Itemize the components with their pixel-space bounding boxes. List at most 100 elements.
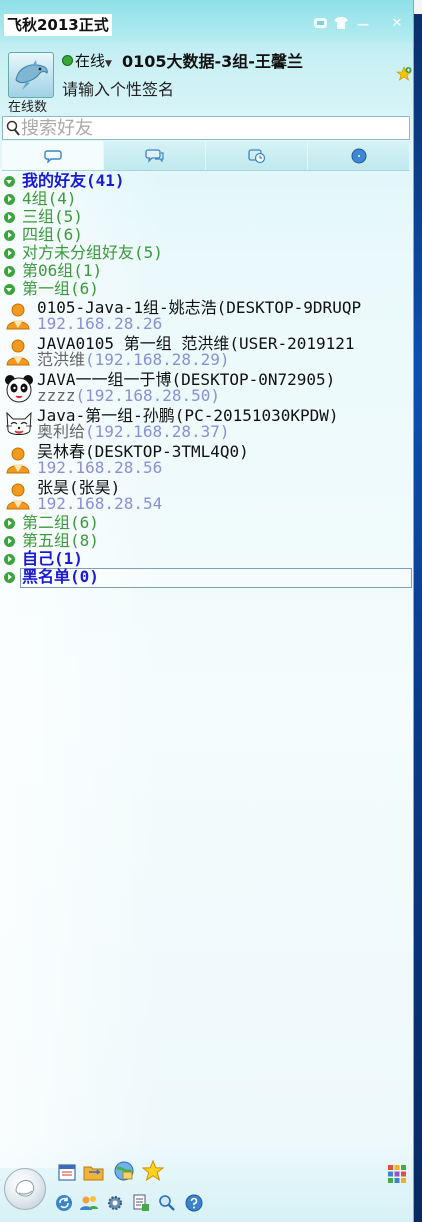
expand-icon [4, 212, 15, 223]
status-label: 在线 [75, 52, 106, 70]
online-count-label: 在线数 [8, 100, 48, 115]
feiq-logo-icon [15, 1180, 35, 1197]
contact-ip: 192.168.28.26 [37, 314, 163, 333]
group-label: 对方未分组好友(5) [22, 243, 163, 262]
contact-item[interactable]: Java-第一组-孙鹏(PC-20151030KPDW) 奥利给(192.168.… [0, 406, 413, 442]
contact-item[interactable]: JAVA一一组一于博(DESKTOP-0N72905) zzzz(192.168.… [0, 370, 413, 406]
group-label: 我的好友(41) [22, 171, 125, 190]
collapse-icon [4, 176, 15, 187]
contact-item[interactable]: 0105-Java-1组-姚志浩(DESKTOP-9DRUQP 192.168.2… [0, 298, 413, 334]
expand-icon [4, 554, 15, 565]
feiq-window: 飞秋2013正式 — ✕ 在线▼ 0105大数据-3组-王馨兰 请输入个性签名 … [0, 0, 414, 1222]
chevron-down-icon: ▼ [105, 59, 112, 69]
bottom-toolbar [0, 1150, 413, 1222]
search-box[interactable] [2, 116, 410, 140]
contact-ip: 192.168.28.56 [37, 458, 163, 477]
group-label: 四组(6) [22, 225, 83, 244]
contact-subtitle: 奥利给(192.168.28.37) [37, 422, 413, 441]
group-label: 4组(4) [22, 189, 77, 208]
group-header[interactable]: 对方未分组好友(5) [0, 243, 413, 262]
collapse-icon [4, 284, 15, 295]
contact-subtitle: 192.168.28.56 [37, 458, 413, 477]
contact-ip: (192.168.28.29) [85, 350, 230, 369]
tab-chat[interactable] [2, 141, 104, 170]
find-icon[interactable] [158, 1194, 176, 1212]
tab-bar [2, 141, 410, 171]
add-star-icon[interactable] [396, 66, 412, 85]
search-input[interactable] [21, 117, 401, 139]
panda-icon [4, 374, 33, 403]
group-label: 第06组(1) [22, 261, 103, 280]
username: 0105大数据-3组-王馨兰 [122, 52, 303, 71]
search-icon [6, 120, 20, 136]
contact-subtitle: zzzz(192.168.28.50) [37, 386, 413, 405]
message-log-icon[interactable] [132, 1194, 150, 1212]
calendar-icon[interactable] [57, 1162, 77, 1182]
contact-nickname: 范洪维 [37, 350, 86, 369]
group-label: 自己(1) [22, 549, 83, 568]
recent-icon [247, 148, 265, 163]
group-chat-icon [144, 148, 164, 163]
group-header[interactable]: 第五组(8) [0, 531, 413, 550]
expand-icon [4, 572, 15, 583]
contact-item[interactable]: JAVA0105 第一组 范洪维(USER-2019121 范洪维(192.168… [0, 334, 413, 370]
person-icon [4, 482, 32, 510]
avatar[interactable] [8, 52, 54, 98]
title-bar[interactable]: 飞秋2013正式 — ✕ [0, 0, 413, 42]
group-label: 第二组(6) [22, 513, 99, 532]
close-button[interactable]: ✕ [388, 16, 406, 32]
group-label: 第一组(6) [22, 279, 99, 298]
expand-icon [4, 266, 15, 277]
online-status-icon [62, 55, 73, 66]
app-grid-icon[interactable] [387, 1164, 407, 1184]
group-header[interactable]: 4组(4) [0, 189, 413, 208]
group-label: 三组(5) [22, 207, 83, 226]
expand-icon [4, 230, 15, 241]
users-icon[interactable] [79, 1194, 98, 1212]
tab-group-chat[interactable] [104, 141, 206, 170]
help-icon[interactable] [185, 1194, 203, 1212]
folder-share-icon[interactable] [83, 1162, 104, 1182]
settings-gear-icon[interactable] [106, 1194, 124, 1212]
tab-explore[interactable] [308, 141, 410, 170]
contact-ip: (192.168.28.50) [75, 386, 221, 405]
contact-ip: 192.168.28.54 [37, 494, 163, 513]
group-header[interactable]: 我的好友(41) [0, 171, 413, 190]
dolphin-icon [15, 60, 48, 90]
group-header[interactable]: 三组(5) [0, 207, 413, 226]
refresh-icon[interactable] [55, 1194, 73, 1212]
group-header[interactable]: 第二组(6) [0, 513, 413, 532]
contact-nickname: 奥利给 [37, 422, 86, 441]
shirt-icon[interactable] [332, 16, 350, 32]
minimize-button[interactable]: — [354, 16, 372, 32]
person-icon [4, 302, 32, 330]
expand-icon [4, 194, 15, 205]
network-neighborhood-icon[interactable] [113, 1160, 134, 1181]
group-header[interactable]: 黑名单(0) [0, 567, 413, 588]
expand-icon [4, 536, 15, 547]
main-menu-button[interactable] [4, 1168, 46, 1210]
skin-icon[interactable] [312, 16, 330, 32]
contact-item[interactable]: 张昊(张昊) 192.168.28.54 [0, 478, 413, 514]
status-selector[interactable]: 在线▼ [62, 50, 112, 71]
expand-icon [4, 248, 15, 259]
group-label: 第五组(8) [22, 531, 99, 550]
contact-list: 我的好友(41) 4组(4) 三组(5) 四组(6) 对方未分组好友(5) 第06组(1)… [0, 171, 413, 588]
expand-icon [4, 518, 15, 529]
app-title: 飞秋2013正式 [4, 14, 112, 36]
contact-nickname: zzzz [37, 386, 76, 405]
group-header[interactable]: 第06组(1) [0, 261, 413, 280]
group-header[interactable]: 第一组(6) [0, 279, 413, 298]
signature-field[interactable]: 请输入个性签名 [62, 76, 174, 100]
group-header[interactable]: 自己(1) [0, 549, 413, 568]
compass-icon [351, 148, 366, 163]
group-label: 黑名单(0) [22, 567, 99, 586]
group-header[interactable]: 四组(6) [0, 225, 413, 244]
tab-recent[interactable] [206, 141, 308, 170]
contact-subtitle: 192.168.28.26 [37, 314, 413, 333]
contact-ip: (192.168.28.37) [85, 422, 230, 441]
contact-subtitle: 192.168.28.54 [37, 494, 413, 513]
person-icon [4, 446, 32, 474]
favorites-star-icon[interactable] [141, 1159, 165, 1182]
contact-item[interactable]: 吴林春(DESKTOP-3TML4Q0) 192.168.28.56 [0, 442, 413, 478]
